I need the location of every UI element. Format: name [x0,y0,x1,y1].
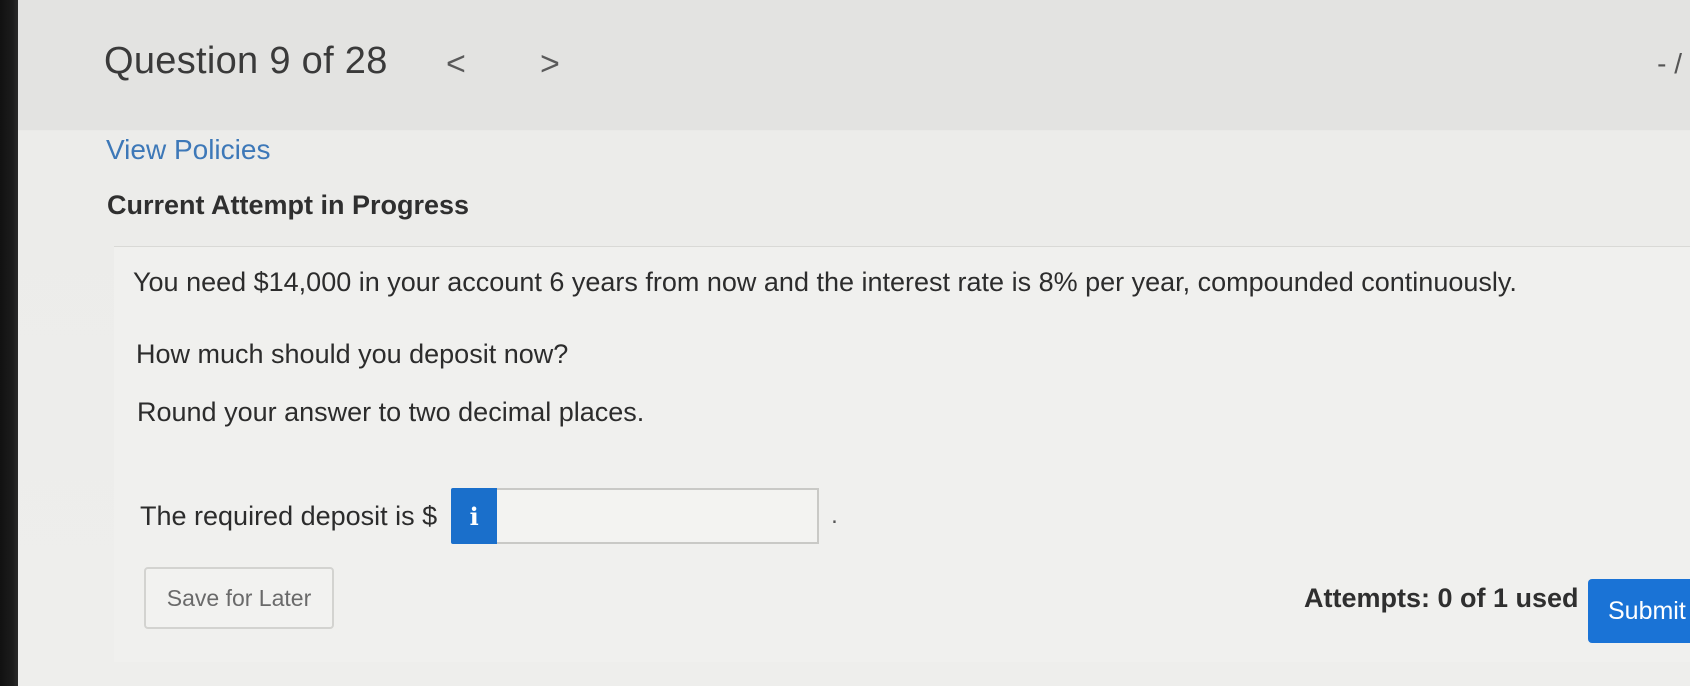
submit-answer-button[interactable]: Submit A [1588,579,1690,643]
info-icon[interactable]: i [451,488,498,544]
question-card: You need $14,000 in your account 6 years… [114,246,1690,662]
question-prompt: You need $14,000 in your account 6 years… [133,267,1517,297]
previous-question-icon[interactable]: < [446,44,466,84]
save-for-later-button[interactable]: Save for Later [144,567,334,629]
question-ask: How much should you deposit now? [136,339,569,369]
answer-row: The required deposit is $ i . [140,487,838,545]
rounding-instruction: Round your answer to two decimal places. [137,397,645,427]
window-control-icon[interactable]: - / [1657,48,1682,80]
attempts-counter: Attempts: 0 of 1 used [1304,583,1579,613]
next-question-icon[interactable]: > [540,44,560,84]
answer-label: The required deposit is $ [140,500,438,531]
deposit-answer-input[interactable] [497,488,820,544]
attempt-status-heading: Current Attempt in Progress [107,190,470,220]
answer-period: . [831,502,838,529]
question-counter: Question 9 of 28 [104,40,388,82]
question-header: Question 9 of 28 < > - / [18,0,1690,130]
assignment-page: Question 9 of 28 < > - / View Policies C… [18,0,1690,686]
view-policies-link[interactable]: View Policies [106,134,270,166]
screen-bezel [0,0,18,686]
